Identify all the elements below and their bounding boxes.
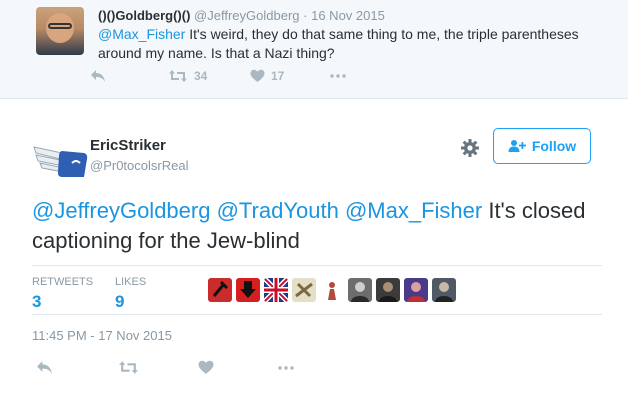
- retweets-label: RETWEETS: [32, 276, 94, 288]
- author-handle[interactable]: @Pr0tocolsrReal: [90, 158, 188, 173]
- arrow-down-icon: [240, 281, 256, 298]
- more-icon: [278, 366, 294, 370]
- liker-avatar[interactable]: [208, 278, 232, 302]
- retweet-count: 34: [194, 69, 208, 83]
- reply-icon: [37, 361, 52, 374]
- likes-value: 9: [115, 292, 125, 311]
- liker-avatar[interactable]: [348, 278, 372, 302]
- parent-tweet-header: ()()Goldberg()() @JeffreyGoldberg · 16 N…: [98, 8, 385, 23]
- author-avatar[interactable]: [32, 133, 92, 183]
- retweets-value: 3: [32, 292, 42, 311]
- heart-icon: [198, 360, 214, 374]
- more-button[interactable]: [330, 74, 346, 78]
- follow-label: Follow: [531, 138, 577, 154]
- follow-button[interactable]: Follow: [493, 128, 591, 164]
- liker-avatar[interactable]: [404, 278, 428, 302]
- reply-icon: [91, 70, 105, 82]
- liker-avatar[interactable]: [236, 278, 260, 302]
- likes-stat[interactable]: LIKES 9: [115, 276, 146, 312]
- like-button[interactable]: 17: [250, 69, 284, 83]
- portrait-icon: [407, 282, 425, 302]
- like-count: 17: [271, 69, 285, 83]
- emblem-icon: [295, 282, 313, 298]
- parent-author-name[interactable]: ()()Goldberg()(): [98, 8, 190, 23]
- more-icon: [330, 74, 346, 78]
- portrait-icon: [351, 282, 369, 302]
- retweet-icon: [169, 70, 187, 82]
- tweet-stats: RETWEETS 3 LIKES 9: [32, 265, 602, 315]
- like-button[interactable]: [198, 360, 214, 375]
- parent-author-handle[interactable]: @JeffreyGoldberg: [194, 8, 299, 23]
- likes-label: LIKES: [115, 276, 147, 288]
- retweet-button[interactable]: 34: [168, 69, 207, 83]
- mention-link[interactable]: @TradYouth: [217, 198, 339, 223]
- retweets-stat[interactable]: RETWEETS 3: [32, 276, 93, 312]
- author-name[interactable]: EricStriker: [90, 137, 166, 154]
- reply-button[interactable]: [90, 69, 106, 83]
- reply-button[interactable]: [36, 360, 53, 375]
- figure-icon: [328, 282, 336, 300]
- retweet-icon: [119, 361, 138, 374]
- gear-icon[interactable]: [460, 138, 480, 158]
- mention-link[interactable]: @Max_Fisher: [345, 198, 482, 223]
- mention-link[interactable]: @Max_Fisher: [98, 26, 185, 42]
- liker-avatar[interactable]: [292, 278, 316, 302]
- parent-separator: ·: [303, 8, 308, 23]
- hammer-icon: [212, 280, 229, 297]
- liker-avatar[interactable]: [376, 278, 400, 302]
- parent-tweet-date[interactable]: 16 Nov 2015: [311, 8, 385, 23]
- retweet-button[interactable]: [118, 360, 139, 375]
- parent-tweet: ()()Goldberg()() @JeffreyGoldberg · 16 N…: [0, 0, 628, 99]
- parent-avatar[interactable]: [36, 7, 84, 55]
- add-user-icon: [508, 140, 526, 152]
- mention-link[interactable]: @JeffreyGoldberg: [32, 198, 210, 223]
- heart-icon: [250, 69, 265, 82]
- portrait-icon: [435, 282, 453, 302]
- liker-avatar[interactable]: [432, 278, 456, 302]
- tweet-text: @JeffreyGoldberg @TradYouth @Max_Fisher …: [32, 196, 602, 256]
- tweet-timestamp[interactable]: 11:45 PM - 17 Nov 2015: [32, 328, 172, 343]
- flag-icon: [264, 278, 288, 302]
- liker-avatar[interactable]: [264, 278, 288, 302]
- more-button[interactable]: [278, 366, 294, 370]
- portrait-icon: [379, 282, 397, 302]
- avatar-glasses: [48, 23, 72, 29]
- liker-avatar[interactable]: [320, 278, 344, 302]
- parent-tweet-text: @Max_Fisher It's weird, they do that sam…: [98, 25, 598, 63]
